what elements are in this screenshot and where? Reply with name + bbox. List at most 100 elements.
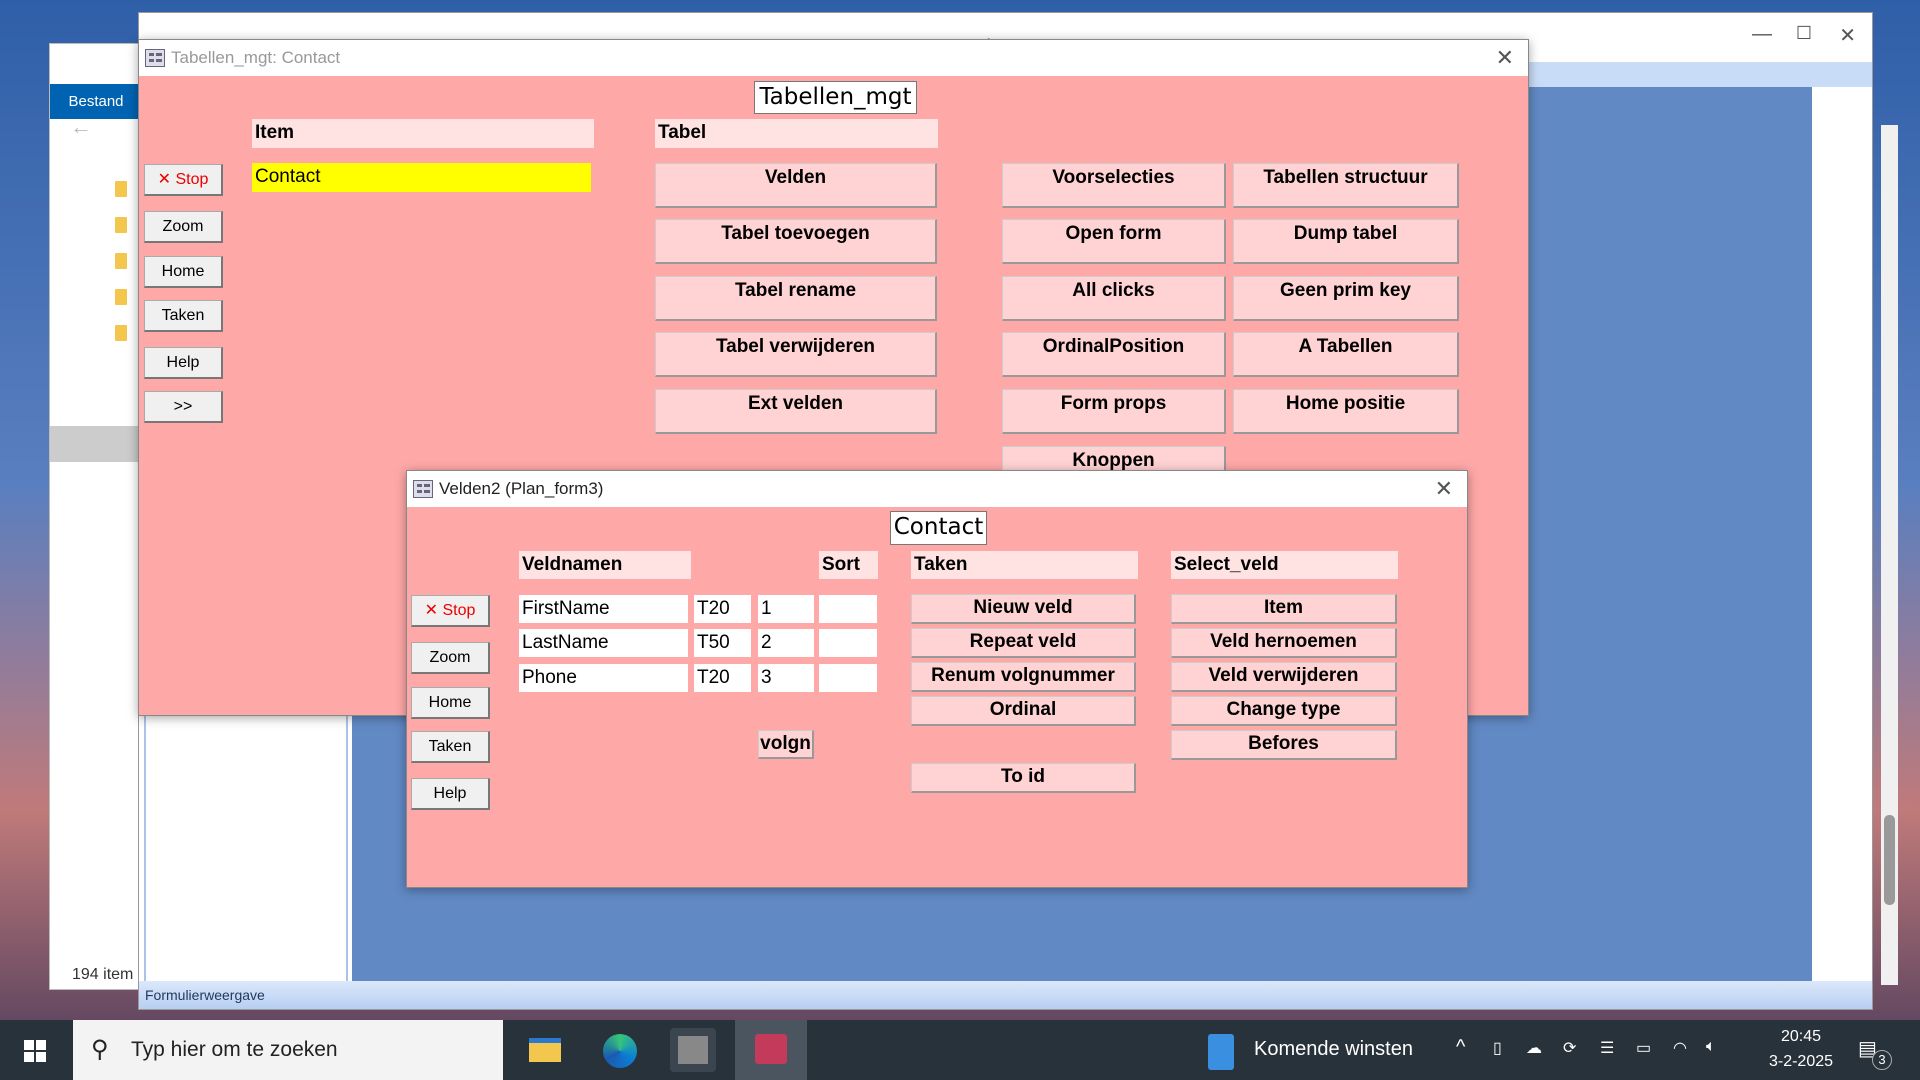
form-label: Contact <box>890 511 987 545</box>
folder-icon[interactable] <box>115 325 127 341</box>
tabel-button[interactable]: Geen prim key <box>1233 276 1459 321</box>
field-order[interactable]: 1 <box>758 595 814 623</box>
sort-header: Sort <box>819 551 878 579</box>
side-button-5[interactable]: >> <box>144 391 223 423</box>
folder-icon[interactable] <box>115 217 127 233</box>
tabel-button[interactable]: Dump tabel <box>1233 219 1459 264</box>
file-explorer-icon[interactable] <box>521 1028 567 1072</box>
chevron-up-icon[interactable]: ^ <box>1456 1036 1465 1059</box>
field-sort[interactable] <box>819 595 877 623</box>
close-icon[interactable]: ✕ <box>1496 40 1514 76</box>
form-icon <box>145 49 165 67</box>
side-button-0[interactable]: ✕ Stop <box>411 595 490 627</box>
folder-icon[interactable] <box>115 253 127 269</box>
tabel-button[interactable]: Open form <box>1002 219 1226 264</box>
maximize-icon[interactable]: ☐ <box>1796 23 1812 44</box>
field-name[interactable]: Phone <box>519 664 688 692</box>
network-display-icon[interactable]: ☰ <box>1600 1038 1614 1058</box>
select-veld-button[interactable]: Veld verwijderen <box>1171 662 1397 692</box>
select-veld-header: Select_veld <box>1171 551 1398 579</box>
windows-start-icon[interactable] <box>24 1040 46 1062</box>
field-order[interactable]: 3 <box>758 664 814 692</box>
title-bar: Velden2 (Plan_form3) ✕ <box>407 471 1467 507</box>
side-button-1[interactable]: Zoom <box>144 211 223 243</box>
select-veld-button[interactable]: Befores <box>1171 730 1397 760</box>
tabel-button[interactable]: All clicks <box>1002 276 1226 321</box>
edge-icon[interactable] <box>597 1028 643 1072</box>
tabel-button[interactable]: Ext velden <box>655 389 937 434</box>
close-icon[interactable]: ✕ <box>1435 471 1453 507</box>
wifi-icon[interactable]: ◠ <box>1673 1038 1687 1058</box>
selected-row[interactable] <box>50 426 142 462</box>
scrollbar[interactable] <box>1881 125 1898 985</box>
item-field[interactable]: Contact <box>252 163 591 192</box>
tabel-button[interactable]: OrdinalPosition <box>1002 332 1226 377</box>
field-order[interactable]: 2 <box>758 629 814 657</box>
side-button-1[interactable]: Zoom <box>411 642 490 674</box>
sync-icon[interactable]: ⟳ <box>1563 1038 1576 1058</box>
side-button-0[interactable]: ✕ Stop <box>144 164 223 196</box>
field-name[interactable]: LastName <box>519 629 688 657</box>
search-icon: ⚲ <box>91 1036 109 1063</box>
taskbar-search[interactable]: ⚲ Typ hier om te zoeken <box>73 1020 503 1080</box>
folder-icon[interactable] <box>115 181 127 197</box>
minimize-icon[interactable]: — <box>1752 23 1772 46</box>
taken-button[interactable]: Renum volgnummer <box>911 662 1136 692</box>
ribbon-tab-bestand[interactable]: Bestand <box>50 84 142 119</box>
side-button-3[interactable]: Taken <box>411 731 490 763</box>
side-button-2[interactable]: Home <box>411 687 490 719</box>
volume-icon[interactable]: 🔈︎ <box>1706 1038 1716 1056</box>
field-sort[interactable] <box>819 664 877 692</box>
tabel-button[interactable]: Home positie <box>1233 389 1459 434</box>
status-bar: Formulierweergave <box>139 981 1872 1009</box>
taken-header: Taken <box>911 551 1138 579</box>
to-id-button[interactable]: To id <box>911 763 1136 793</box>
clock-time[interactable]: 20:45 <box>1766 1028 1836 1046</box>
taken-button[interactable]: Ordinal <box>911 696 1136 726</box>
tabel-button[interactable]: A Tabellen <box>1233 332 1459 377</box>
file-explorer-window: Bestand ← 194 item <box>49 43 149 990</box>
field-type[interactable]: T20 <box>694 595 751 623</box>
side-button-4[interactable]: Help <box>144 347 223 379</box>
form-icon <box>413 480 433 498</box>
volgn-button[interactable]: volgn <box>758 730 814 759</box>
select-veld-button[interactable]: Item <box>1171 594 1397 624</box>
window-title: Velden2 (Plan_form3) <box>439 479 604 498</box>
tabel-button[interactable]: Voorselecties <box>1002 163 1226 208</box>
tabel-button[interactable]: Tabel verwijderen <box>655 332 937 377</box>
tabel-button[interactable]: Form props <box>1002 389 1226 434</box>
taskbar: ⚲ Typ hier om te zoeken Komende winsten ^… <box>0 1020 1920 1080</box>
app-icon[interactable] <box>670 1028 716 1072</box>
access-taskbar-icon[interactable] <box>735 1020 807 1080</box>
veldnamen-header: Veldnamen <box>519 551 691 579</box>
folder-icon[interactable] <box>115 289 127 305</box>
taken-button[interactable]: Repeat veld <box>911 628 1136 658</box>
side-button-3[interactable]: Taken <box>144 300 223 332</box>
widget-icon[interactable] <box>1208 1034 1234 1070</box>
scrollbar-thumb[interactable] <box>1884 815 1895 905</box>
back-arrow-icon[interactable]: ← <box>70 114 92 140</box>
item-count: 194 item <box>72 966 134 983</box>
tabel-button[interactable]: Tabellen structuur <box>1233 163 1459 208</box>
field-type[interactable]: T50 <box>694 629 751 657</box>
tabel-button[interactable]: Velden <box>655 163 937 208</box>
meet-icon[interactable]: ▯ <box>1493 1038 1502 1058</box>
taken-button[interactable]: Nieuw veld <box>911 594 1136 624</box>
select-veld-button[interactable]: Change type <box>1171 696 1397 726</box>
battery-icon[interactable]: ▭ <box>1636 1038 1651 1058</box>
notification-count: 3 <box>1872 1050 1892 1070</box>
select-veld-button[interactable]: Veld hernoemen <box>1171 628 1397 658</box>
onedrive-icon[interactable]: ☁ <box>1526 1038 1542 1058</box>
search-placeholder: Typ hier om te zoeken <box>131 1038 338 1061</box>
close-icon[interactable]: ✕ <box>1839 23 1856 48</box>
field-name[interactable]: FirstName <box>519 595 688 623</box>
widget-text[interactable]: Komende winsten <box>1254 1038 1413 1061</box>
side-button-2[interactable]: Home <box>144 256 223 288</box>
field-type[interactable]: T20 <box>694 664 751 692</box>
side-button-4[interactable]: Help <box>411 778 490 810</box>
clock-date[interactable]: 3-2-2025 <box>1746 1053 1856 1071</box>
tabel-header: Tabel <box>655 119 938 148</box>
field-sort[interactable] <box>819 629 877 657</box>
tabel-button[interactable]: Tabel rename <box>655 276 937 321</box>
tabel-button[interactable]: Tabel toevoegen <box>655 219 937 264</box>
